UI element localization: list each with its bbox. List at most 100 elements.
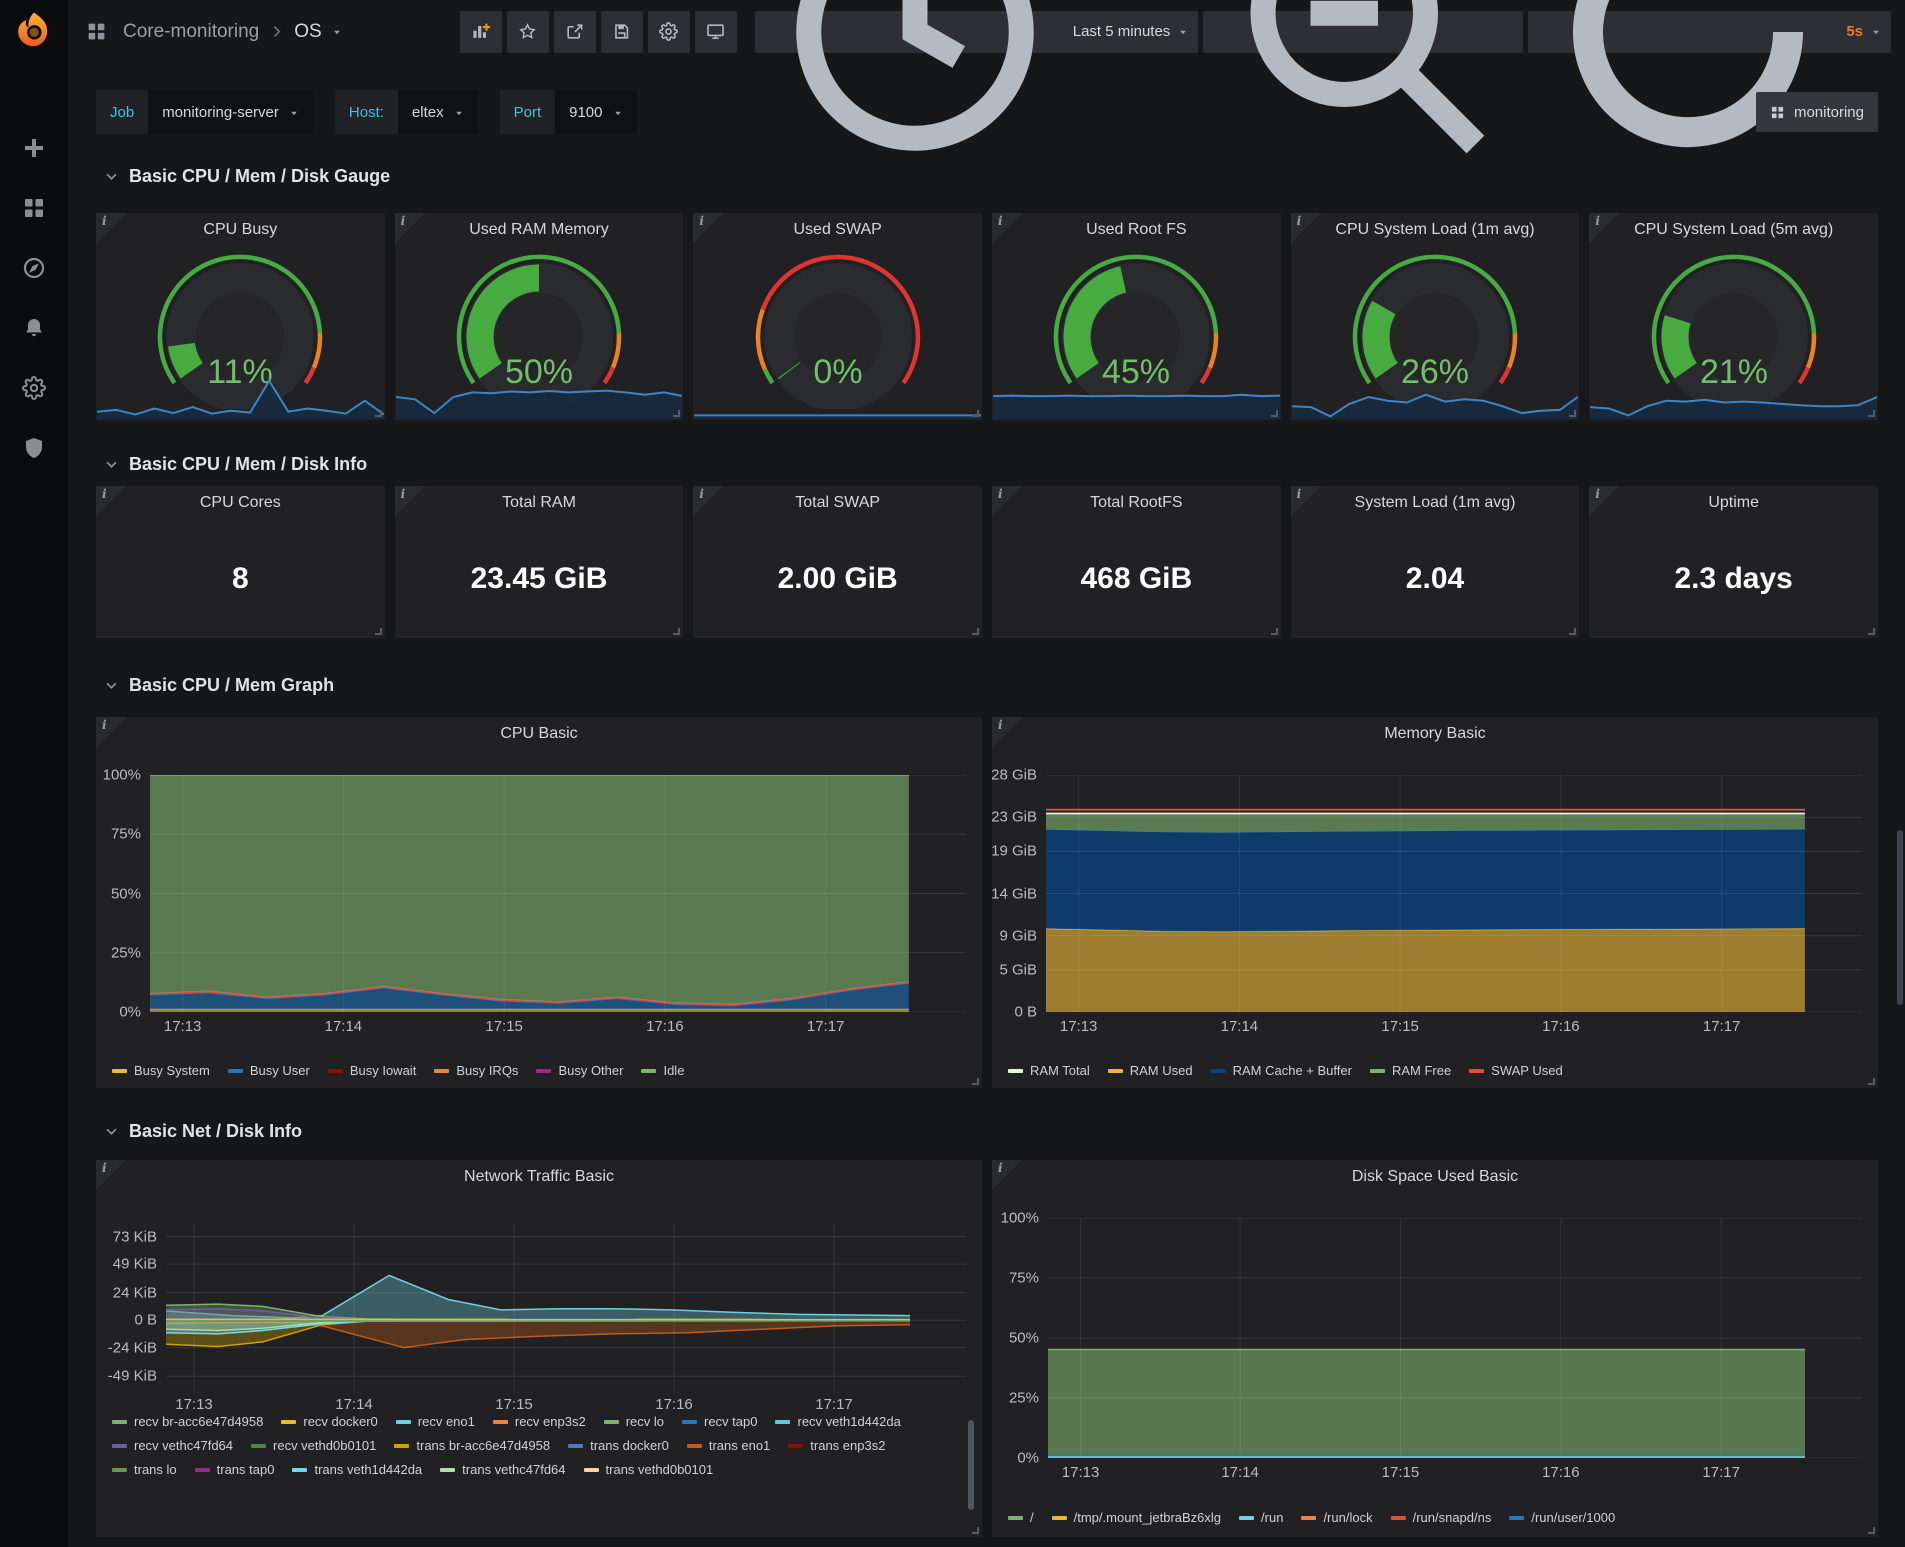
panel-info-corner[interactable]: i [96,717,126,747]
panel-title[interactable]: Disk Space Used Basic [992,1168,1878,1186]
panel-resize-handle[interactable] [1868,1078,1875,1085]
panel-info-corner[interactable]: i [96,1160,126,1190]
breadcrumb[interactable]: Core-monitoring OS [86,21,342,43]
legend-item[interactable]: recv enp3s2 [493,1414,586,1429]
row-header-info[interactable]: Basic CPU / Mem / Disk Info [96,452,1878,476]
save-dashboard-button[interactable] [601,11,643,53]
legend-item[interactable]: SWAP Used [1469,1063,1563,1078]
grafana-logo[interactable] [13,10,55,52]
panel-resize-handle[interactable] [375,410,382,417]
panel-info-corner[interactable]: i [96,486,126,516]
panel-info-corner[interactable]: i [96,213,126,243]
panel-info-corner[interactable]: i [992,486,1022,516]
panel-title[interactable]: CPU Busy [96,221,385,239]
refresh-picker[interactable]: 5s [1528,11,1891,53]
row-header-graph[interactable]: Basic CPU / Mem Graph [96,673,1878,697]
legend-item[interactable]: trans vethc47fd64 [440,1462,565,1477]
legend-item[interactable]: Busy IRQs [434,1063,518,1078]
legend-item[interactable]: trans docker0 [568,1438,669,1453]
legend-item[interactable]: trans br-acc6e47d4958 [394,1438,550,1453]
panel-info-corner[interactable]: i [395,213,425,243]
cycle-view-mode-button[interactable] [695,11,737,53]
panel-resize-handle[interactable] [375,628,382,635]
panel-title[interactable]: CPU Cores [96,494,385,512]
breadcrumb-dashboard[interactable]: OS [294,21,321,43]
panel-resize-handle[interactable] [1868,628,1875,635]
sidebar-gear-icon[interactable] [22,376,46,400]
mark-as-favorite-button[interactable] [507,11,549,53]
legend-item[interactable]: recv br-acc6e47d4958 [112,1414,263,1429]
panel-title[interactable]: Total RAM [395,494,684,512]
legend-item[interactable]: recv vethc47fd64 [112,1438,233,1453]
panel-resize-handle[interactable] [673,628,680,635]
legend-item[interactable]: RAM Used [1108,1063,1193,1078]
legend-item[interactable]: recv lo [604,1414,664,1429]
variable-value[interactable]: eltex [398,90,478,134]
legend-item[interactable]: trans tap0 [195,1462,275,1477]
row-header-netdisk[interactable]: Basic Net / Disk Info [96,1119,1878,1143]
panel-title[interactable]: CPU System Load (5m avg) [1589,221,1878,239]
legend-item[interactable]: Busy System [112,1063,210,1078]
chart-plot-area[interactable] [1048,1218,1862,1458]
chart-plot-area[interactable] [166,1224,966,1390]
chart-plot-area[interactable] [1046,775,1862,1012]
panel-resize-handle[interactable] [673,410,680,417]
legend-item[interactable]: recv tap0 [682,1414,757,1429]
panel-title[interactable]: System Load (1m avg) [1291,494,1580,512]
panel-title[interactable]: CPU Basic [96,725,982,743]
panel-title[interactable]: Network Traffic Basic [96,1168,982,1186]
share-dashboard-button[interactable] [554,11,596,53]
panel-title[interactable]: Total RootFS [992,494,1281,512]
legend-item[interactable]: trans veth1d442da [292,1462,422,1477]
panel-info-corner[interactable]: i [395,486,425,516]
panel-resize-handle[interactable] [1271,628,1278,635]
panel-resize-handle[interactable] [972,1078,979,1085]
legend-item[interactable]: trans lo [112,1462,177,1477]
panel-info-corner[interactable]: i [992,213,1022,243]
legend-item[interactable]: trans eno1 [687,1438,770,1453]
sidebar-compass-icon[interactable] [22,256,46,280]
panel-resize-handle[interactable] [1868,410,1875,417]
panel-title[interactable]: Used Root FS [992,221,1281,239]
panel-info-corner[interactable]: i [992,1160,1022,1190]
zoom-out-button[interactable] [1203,11,1523,53]
panel-resize-handle[interactable] [972,628,979,635]
legend-item[interactable]: recv veth1d442da [775,1414,900,1429]
legend-item[interactable]: Idle [641,1063,684,1078]
add-panel-button[interactable] [460,11,502,53]
legend-item[interactable]: trans vethd0b0101 [584,1462,714,1477]
panel-info-corner[interactable]: i [1589,213,1619,243]
variable-port[interactable]: Port9100 [500,90,637,134]
legend-item[interactable]: /run/lock [1301,1510,1372,1525]
panel-title[interactable]: CPU System Load (1m avg) [1291,221,1580,239]
panel-title[interactable]: Total SWAP [693,494,982,512]
sidebar-apps-icon[interactable] [22,196,46,220]
legend-item[interactable]: / [1008,1510,1034,1525]
panel-resize-handle[interactable] [972,410,979,417]
panel-info-corner[interactable]: i [1291,213,1321,243]
legend-item[interactable]: Busy User [228,1063,310,1078]
variable-job[interactable]: Jobmonitoring-server [96,90,313,134]
panel-title[interactable]: Uptime [1589,494,1878,512]
variable-value[interactable]: 9100 [555,90,636,134]
legend-item[interactable]: recv eno1 [396,1414,475,1429]
legend-item[interactable]: recv vethd0b0101 [251,1438,376,1453]
panel-resize-handle[interactable] [972,1527,979,1534]
dashboard-settings-button[interactable] [648,11,690,53]
panel-title[interactable]: Used RAM Memory [395,221,684,239]
panel-title[interactable]: Memory Basic [992,725,1878,743]
panel-info-corner[interactable]: i [992,717,1022,747]
sidebar-plus-icon[interactable] [22,136,46,160]
sidebar-shield-icon[interactable] [22,436,46,460]
panel-resize-handle[interactable] [1868,1527,1875,1534]
legend-item[interactable]: /run/user/1000 [1509,1510,1615,1525]
legend-item[interactable]: RAM Cache + Buffer [1211,1063,1352,1078]
legend-item[interactable]: trans enp3s2 [788,1438,885,1453]
legend-item[interactable]: /run/snapd/ns [1391,1510,1492,1525]
page-scrollbar[interactable] [1897,830,1903,1005]
panel-title[interactable]: Used SWAP [693,221,982,239]
legend-item[interactable]: RAM Total [1008,1063,1090,1078]
chart-plot-area[interactable] [150,775,966,1012]
legend-item[interactable]: Busy Other [536,1063,623,1078]
panel-resize-handle[interactable] [1271,410,1278,417]
